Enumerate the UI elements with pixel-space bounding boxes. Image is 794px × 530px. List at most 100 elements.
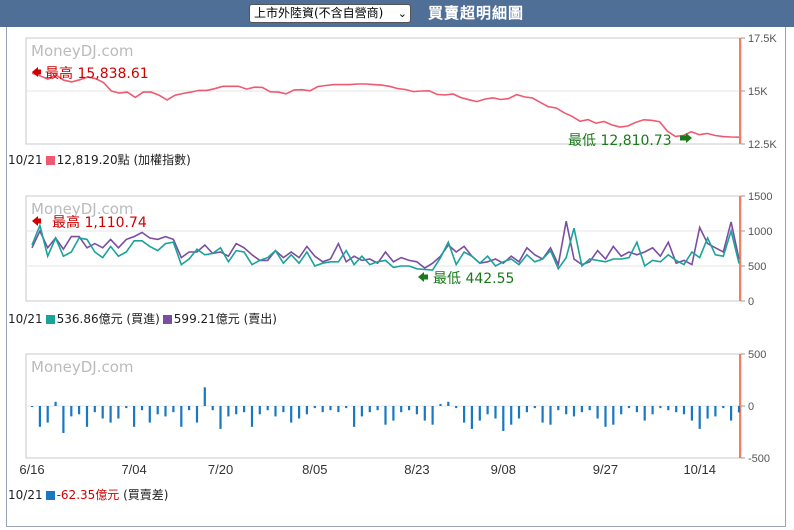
legend-date: 10/21 xyxy=(8,488,43,502)
y-tick-label: 17.5K xyxy=(748,33,777,45)
net-bar xyxy=(690,406,693,421)
x-tick-label: 8/23 xyxy=(404,462,429,477)
x-tick-label: 8/05 xyxy=(302,462,327,477)
legend-date: 10/21 xyxy=(8,312,43,326)
net-bar xyxy=(439,403,442,406)
net-bar xyxy=(227,406,230,417)
net-bar xyxy=(447,401,450,406)
net-bar xyxy=(604,406,607,427)
net-bar xyxy=(117,406,120,419)
net-bar xyxy=(266,406,269,411)
net-bar xyxy=(384,406,387,425)
net-legend: 10/21 -62.35億元 (買賣差) xyxy=(8,488,168,502)
net-bar xyxy=(360,406,363,417)
net-bar xyxy=(38,406,41,427)
sell-value: 599.21億元 xyxy=(173,312,240,326)
net-bar xyxy=(423,406,426,421)
net-bar xyxy=(282,406,285,413)
net-bar xyxy=(400,406,403,413)
net-name: (買賣差) xyxy=(123,488,169,502)
watermark-text: MoneyDJ.com xyxy=(31,42,134,60)
high-arrow-stem xyxy=(37,218,41,224)
net-bar xyxy=(675,406,678,413)
net-bar xyxy=(180,406,183,427)
net-bar xyxy=(541,406,544,423)
net-bar xyxy=(698,406,701,429)
net-bar xyxy=(172,406,175,413)
net-bar xyxy=(258,406,261,415)
index-value: 12,819.20點 xyxy=(56,153,130,167)
index-low-label: 最低 12,810.73 xyxy=(568,133,672,149)
net-bar xyxy=(478,406,481,421)
net-bar xyxy=(455,406,458,409)
net-bar xyxy=(667,406,670,411)
high-arrow-stem xyxy=(37,69,41,75)
y-tick-label: 0 xyxy=(748,296,754,308)
net-bar xyxy=(502,406,505,431)
buy-series-line xyxy=(31,222,740,271)
net-bar xyxy=(659,406,662,409)
x-tick-label: 10/14 xyxy=(683,462,716,477)
net-bar xyxy=(321,406,324,413)
net-bar xyxy=(580,406,583,413)
net-bar xyxy=(243,406,246,413)
net-bar xyxy=(620,406,623,415)
net-bar xyxy=(612,406,615,425)
net-bar xyxy=(510,406,513,425)
net-bar xyxy=(643,406,646,421)
net-bar xyxy=(651,406,654,415)
net-bar xyxy=(93,406,96,413)
low-arrow-stem xyxy=(680,135,686,141)
x-tick-label: 9/08 xyxy=(491,462,516,477)
net-bar xyxy=(203,387,206,406)
net-bar xyxy=(706,406,709,419)
net-bar xyxy=(30,406,34,407)
net-bar xyxy=(125,406,128,409)
x-tick-label: 7/04 xyxy=(121,462,146,477)
net-bar xyxy=(722,406,725,409)
net-bar xyxy=(70,406,73,417)
volume-low-label: 最低 442.55 xyxy=(433,271,514,287)
net-bar xyxy=(329,406,332,411)
net-bar xyxy=(470,406,473,429)
net-bar xyxy=(219,406,222,429)
low-arrow-stem xyxy=(423,274,428,280)
net-bar xyxy=(415,406,418,415)
net-bar xyxy=(572,406,576,417)
x-tick-label: 9/27 xyxy=(593,462,618,477)
net-bar xyxy=(305,406,308,415)
y-tick-label: 0 xyxy=(748,401,754,413)
volume-legend: 10/21 536.86億元 (買進) 599.21億元 (賣出) xyxy=(8,312,277,326)
y-tick-label: 15K xyxy=(748,86,768,98)
y-tick-label: 500 xyxy=(748,261,766,273)
x-tick-label: 6/16 xyxy=(19,462,44,477)
net-bar xyxy=(368,406,371,413)
net-bar xyxy=(596,406,599,419)
sell-swatch-icon xyxy=(162,315,172,324)
net-bar xyxy=(156,406,159,415)
net-bar xyxy=(188,406,191,411)
index-name: (加權指數) xyxy=(133,153,191,167)
net-bar xyxy=(211,406,214,411)
net-bar xyxy=(298,406,301,419)
net-bar xyxy=(463,406,466,423)
chart-canvas: 17.5K 15K 12.5K MoneyDJ.com 1500 1000 500 0 Mone… xyxy=(19,33,777,477)
watermark-text: MoneyDJ.com xyxy=(31,358,134,376)
net-bar xyxy=(101,406,104,419)
buy-value: 536.86億元 xyxy=(56,312,123,326)
net-bar xyxy=(494,406,497,419)
net-bar xyxy=(353,406,356,427)
net-bar xyxy=(109,406,112,423)
net-bar xyxy=(737,406,741,413)
legend-date: 10/21 xyxy=(8,153,43,167)
net-bar xyxy=(557,406,560,411)
net-bar xyxy=(486,406,489,415)
index-high-label: 最高 15,838.61 xyxy=(45,65,149,82)
y-tick-label: 1500 xyxy=(748,191,772,203)
net-bar xyxy=(408,406,411,411)
net-bar xyxy=(46,406,49,423)
net-bar xyxy=(140,406,144,411)
y-tick-label: -500 xyxy=(748,453,770,465)
net-bar xyxy=(195,406,199,423)
net-bar xyxy=(337,406,340,413)
